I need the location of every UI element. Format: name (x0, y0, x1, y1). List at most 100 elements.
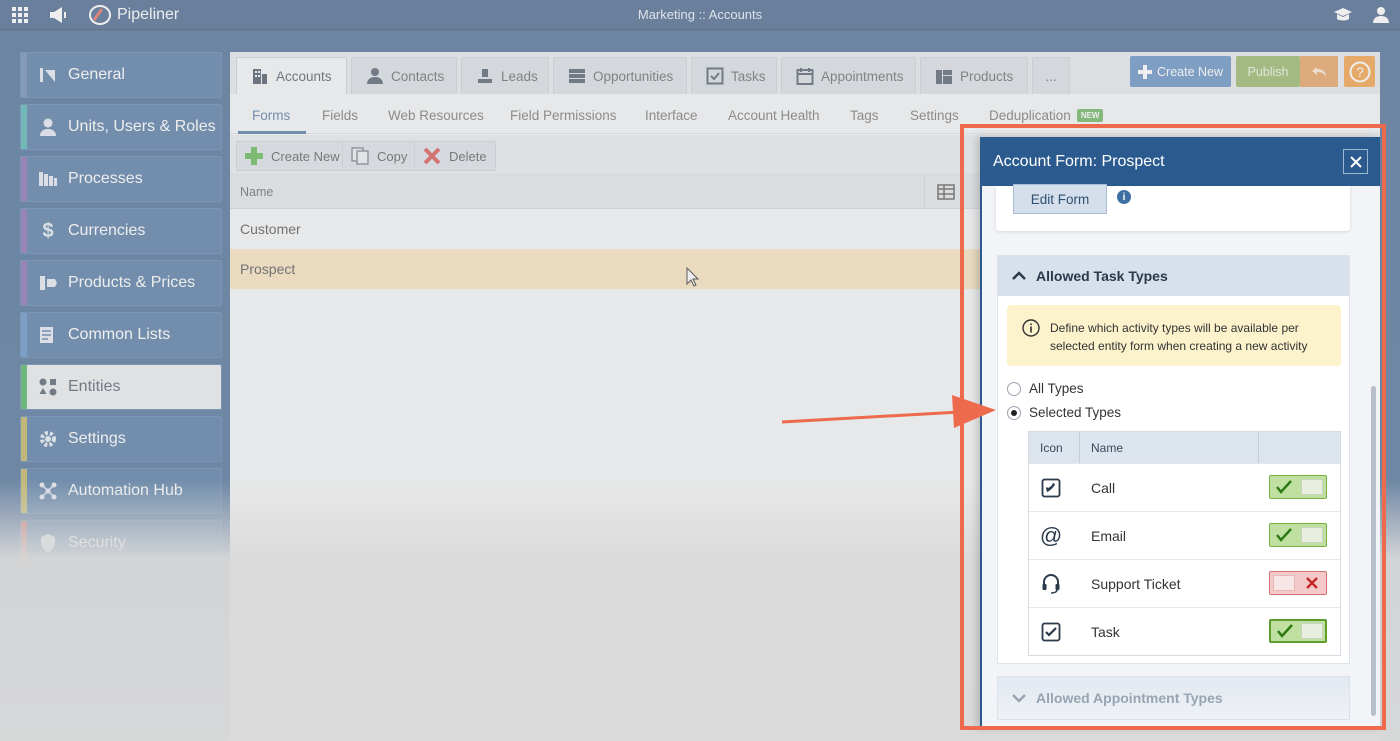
window-title: Marketing :: Accounts (637, 7, 763, 22)
subtab-fields[interactable]: Fields (322, 108, 358, 123)
support-ticket-toggle[interactable] (1269, 571, 1327, 595)
note-text: Define which activity types will be avai… (1050, 321, 1308, 353)
sidebar-item-label: Security (68, 534, 126, 551)
edit-form-label: Edit Form (1030, 191, 1090, 207)
sidebar-item-general[interactable]: General (20, 52, 222, 98)
toolbar-delete-button[interactable]: Delete (414, 141, 496, 171)
task-toggle[interactable] (1269, 619, 1327, 643)
sidebar-item-currencies[interactable]: $ Currencies (20, 208, 222, 254)
task-checkbox-icon (706, 67, 724, 85)
sidebar-item-entities[interactable]: Entities (20, 364, 222, 410)
subtab-deduplication[interactable]: Deduplication NEW (989, 108, 1104, 123)
tab-tasks[interactable]: Tasks (691, 57, 777, 94)
tab-leads[interactable]: Leads (461, 57, 549, 94)
close-icon (1349, 155, 1362, 168)
subtab-interface[interactable]: Interface (645, 108, 698, 123)
accent-bar (21, 261, 27, 305)
subtab-account-health[interactable]: Account Health (728, 108, 820, 123)
user-profile-icon[interactable] (1370, 4, 1392, 26)
sidebar-item-products-prices[interactable]: Products & Prices (20, 260, 222, 306)
green-plus-icon (245, 147, 263, 165)
chevron-down-icon (1012, 694, 1026, 703)
sidebar-item-label: Products & Prices (68, 274, 196, 291)
tab-opportunities[interactable]: Opportunities (553, 57, 687, 94)
section-title: Allowed Appointment Types (1036, 690, 1223, 706)
accent-bar (21, 105, 27, 149)
accent-bar (21, 157, 27, 201)
academy-icon[interactable] (1332, 4, 1354, 26)
tab-label: Products (960, 68, 1014, 84)
sidebar-item-label: Currencies (68, 222, 146, 239)
toolbar-create-new-button[interactable]: Create New (236, 141, 349, 171)
task-type-row-support-ticket: Support Ticket (1029, 559, 1340, 607)
sub-navigation: Forms Fields Web Resources Field Permiss… (230, 94, 1380, 134)
svg-text:?: ? (1356, 64, 1364, 80)
edit-form-button[interactable]: Edit Form (1013, 184, 1107, 214)
close-button[interactable] (1343, 149, 1368, 174)
column-header-name[interactable]: Name (240, 185, 273, 199)
new-badge: NEW (1076, 109, 1104, 122)
sidebar-item-common-lists[interactable]: Common Lists (20, 312, 222, 358)
tab-products[interactable]: Products (920, 57, 1028, 94)
mouse-cursor-icon (686, 267, 700, 287)
check-icon (1270, 476, 1298, 498)
delete-x-icon (423, 147, 441, 165)
tab-more[interactable]: ... (1032, 57, 1070, 94)
sidebar-item-label: Units, Users & Roles (68, 118, 216, 135)
task-type-row-call: Call (1029, 463, 1340, 511)
task-types-table: Icon Name Call @ Email Support Ticket Ta… (1028, 431, 1341, 656)
megaphone-icon[interactable] (47, 4, 69, 26)
sidebar-item-processes[interactable]: Processes (20, 156, 222, 202)
call-toggle[interactable] (1269, 475, 1327, 499)
subtab-web-resources[interactable]: Web Resources (388, 108, 484, 123)
sidebar-item-units-users-roles[interactable]: Units, Users & Roles (20, 104, 222, 150)
email-toggle[interactable] (1269, 523, 1327, 547)
tab-contacts[interactable]: Contacts (351, 57, 457, 94)
allowed-appointment-types-section[interactable]: Allowed Appointment Types (997, 676, 1350, 720)
radio-label: Selected Types (1029, 405, 1122, 420)
create-new-button[interactable]: Create New (1130, 56, 1231, 87)
section-header[interactable]: Allowed Task Types (998, 256, 1349, 296)
subtab-forms[interactable]: Forms (252, 108, 290, 123)
panel-title: Account Form: Prospect (993, 152, 1165, 170)
allowed-task-types-section: Allowed Task Types Define which activity… (997, 255, 1350, 664)
sidebar-item-label: Automation Hub (68, 482, 183, 499)
radio-selected-types[interactable]: Selected Types (1007, 405, 1121, 420)
checkbox-icon (1039, 620, 1063, 644)
toggle-knob (1298, 621, 1325, 641)
sidebar-item-security[interactable]: Security (20, 520, 222, 566)
accent-bar (21, 469, 27, 513)
leads-icon (478, 69, 492, 83)
publish-button[interactable]: Publish (1236, 56, 1300, 87)
panel-border (980, 186, 982, 728)
task-type-name: Support Ticket (1091, 576, 1181, 592)
contact-icon (367, 68, 383, 84)
sidebar-item-settings[interactable]: Settings (20, 416, 222, 462)
undo-button[interactable] (1300, 56, 1338, 87)
info-note: Define which activity types will be avai… (1007, 305, 1341, 366)
help-button[interactable]: ? (1344, 56, 1375, 87)
top-bar: Pipeliner Marketing :: Accounts (0, 0, 1400, 30)
radio-all-types[interactable]: All Types (1007, 381, 1084, 396)
at-icon: @ (1039, 523, 1063, 548)
toolbar-copy-button[interactable]: Copy (342, 141, 417, 171)
tab-appointments[interactable]: Appointments (781, 57, 916, 94)
subtab-settings[interactable]: Settings (910, 108, 959, 123)
panel-scrollbar[interactable] (1371, 386, 1376, 716)
accent-bar (21, 417, 27, 461)
account-form-panel: Account Form: Prospect Edit Form i Allow… (980, 137, 1380, 728)
app-logo[interactable]: Pipeliner (88, 4, 179, 26)
plus-icon (1138, 64, 1152, 79)
tab-label: Contacts (391, 68, 445, 84)
info-icon[interactable]: i (1117, 190, 1131, 204)
task-type-name: Task (1091, 624, 1120, 640)
subtab-field-permissions[interactable]: Field Permissions (510, 108, 617, 123)
subtab-tags[interactable]: Tags (850, 108, 879, 123)
apps-grid-icon[interactable] (9, 4, 31, 26)
column-chooser-icon[interactable] (924, 175, 974, 209)
tab-accounts[interactable]: Accounts (236, 57, 347, 94)
row-name: Prospect (240, 261, 296, 277)
accent-bar (21, 53, 27, 97)
sidebar-item-automation-hub[interactable]: Automation Hub (20, 468, 222, 514)
tab-label: Tasks (731, 68, 766, 84)
